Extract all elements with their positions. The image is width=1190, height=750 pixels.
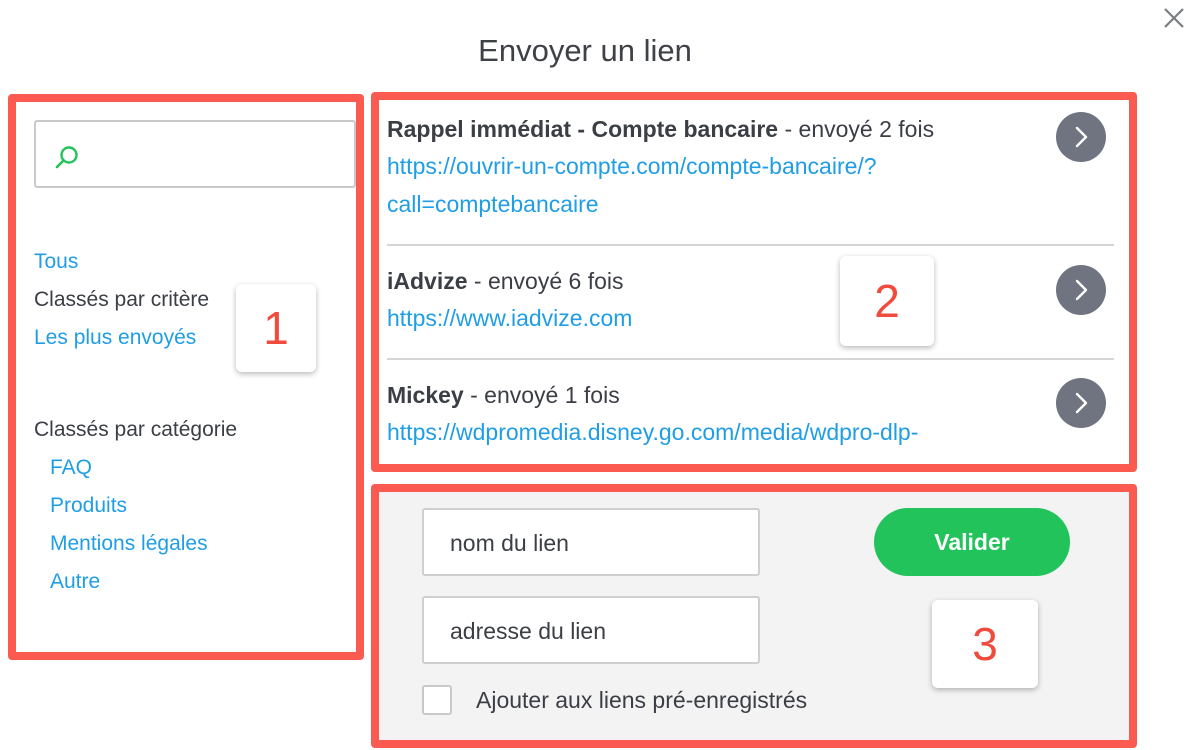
link-name-field[interactable] <box>422 508 760 576</box>
search-icon <box>55 146 78 169</box>
filter-all-link[interactable]: Tous <box>34 250 78 274</box>
send-link-button[interactable] <box>1056 112 1106 162</box>
category-other-link[interactable]: Autre <box>50 570 100 594</box>
divider <box>387 244 1114 246</box>
link-sent-count: - envoyé 6 fois <box>467 268 624 294</box>
annotation-badge-1: 1 <box>236 284 316 372</box>
send-link-button[interactable] <box>1056 378 1106 428</box>
divider <box>387 358 1114 360</box>
category-products-link[interactable]: Produits <box>50 494 127 518</box>
link-sent-count: - envoyé 2 fois <box>778 116 935 142</box>
dialog-title: Envoyer un lien <box>478 33 692 68</box>
search-box[interactable] <box>34 120 356 188</box>
annotation-badge-3: 3 <box>932 600 1038 688</box>
link-name: iAdvize <box>387 268 468 294</box>
link-url-continued[interactable]: call=comptebancaire <box>387 185 1107 223</box>
list-item[interactable]: Rappel immédiat - Compte bancaire - envo… <box>387 116 1107 223</box>
close-icon <box>1164 8 1184 28</box>
list-item[interactable]: Mickey - envoyé 1 fois https://wdpromedi… <box>387 382 1107 451</box>
validate-button[interactable]: Valider <box>874 508 1070 576</box>
saved-links-list: Rappel immédiat - Compte bancaire - envo… <box>371 92 1137 472</box>
search-input[interactable] <box>92 136 346 174</box>
criteria-heading: Classés par critère <box>34 288 210 311</box>
send-link-button[interactable] <box>1056 265 1106 315</box>
chevron-right-icon <box>1075 392 1088 414</box>
category-faq-link[interactable]: FAQ <box>50 456 92 480</box>
filter-most-sent-link[interactable]: Les plus envoyés <box>34 326 196 350</box>
link-url[interactable]: https://ouvrir-un-compte.com/compte-banc… <box>387 147 1107 185</box>
link-name-input[interactable] <box>448 526 742 560</box>
chevron-right-icon <box>1075 279 1088 301</box>
link-name: Rappel immédiat - Compte bancaire <box>387 116 779 142</box>
link-name: Mickey <box>387 382 464 408</box>
save-link-checkbox[interactable] <box>422 685 452 715</box>
category-heading: Classés par catégorie <box>34 418 238 441</box>
close-button[interactable] <box>1158 2 1188 32</box>
category-legal-link[interactable]: Mentions légales <box>50 532 208 556</box>
link-filter-sidebar: Tous Classés par critère Les plus envoyé… <box>8 94 364 660</box>
link-url[interactable]: https://wdpromedia.disney.go.com/media/w… <box>387 413 1107 451</box>
chevron-right-icon <box>1075 126 1088 148</box>
link-sent-count: - envoyé 1 fois <box>463 382 620 408</box>
list-item[interactable]: iAdvize - envoyé 6 fois https://www.iadv… <box>387 268 1107 337</box>
save-link-label[interactable]: Ajouter aux liens pré-enregistrés <box>476 687 807 714</box>
link-address-input[interactable] <box>448 614 742 648</box>
link-url[interactable]: https://www.iadvize.com <box>387 299 1107 337</box>
annotation-badge-2: 2 <box>840 256 934 346</box>
link-address-field[interactable] <box>422 596 760 664</box>
